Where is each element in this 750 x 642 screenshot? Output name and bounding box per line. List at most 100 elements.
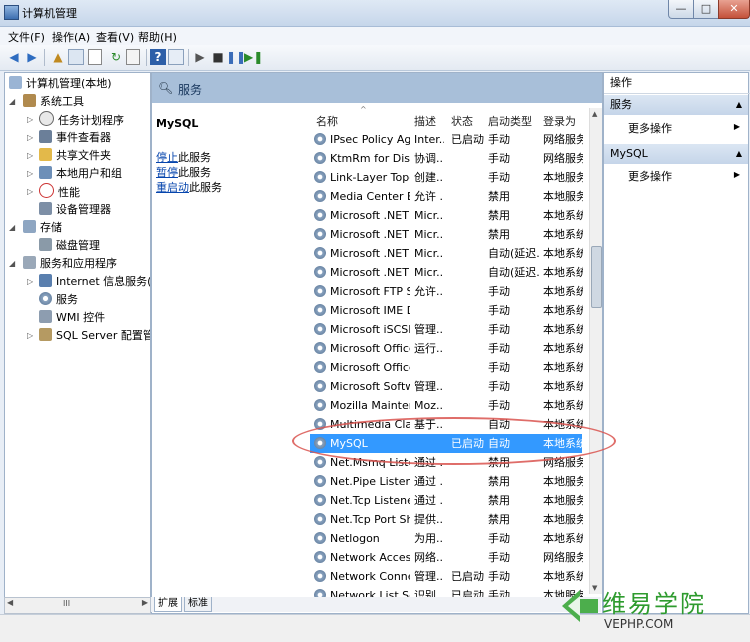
- actions-section-mysql[interactable]: MySQL ▲: [604, 144, 748, 164]
- column-header-startup-type[interactable]: 启动类型: [488, 113, 532, 129]
- help-icon[interactable]: ?: [150, 49, 166, 65]
- service-row[interactable]: Microsoft .NET F... Micr... 禁用 本地系统: [310, 206, 583, 225]
- pause-service-icon[interactable]: ❚❚: [226, 49, 246, 65]
- more-actions-mysql[interactable]: 更多操作: [628, 168, 672, 184]
- service-row[interactable]: KtmRm for Distri... 协调... 手动 网络服务: [310, 149, 583, 168]
- service-name: Net.Pipe Listene...: [330, 475, 410, 488]
- service-row[interactable]: Media Center Ex... 允许 ... 禁用 本地服务: [310, 187, 583, 206]
- service-row[interactable]: IPsec Policy Agent Inter... 已启动手动 网络服务: [310, 130, 583, 149]
- show-tree-icon[interactable]: [68, 49, 84, 65]
- maximize-button[interactable]: □: [693, 0, 719, 19]
- collapse-arrow-icon[interactable]: ◢: [9, 93, 18, 111]
- service-row[interactable]: Net.Tcp Listener... 通过 ... 禁用 本地服务: [310, 491, 583, 510]
- expand-arrow-icon[interactable]: ▷: [27, 273, 36, 291]
- tree-item-local-users[interactable]: ▷ 本地用户和组: [27, 165, 122, 183]
- clock-icon: [39, 111, 54, 126]
- tree-horizontal-scrollbar[interactable]: ◀ III ▶: [4, 597, 151, 614]
- tree-item-label: 事件查看器: [56, 131, 111, 144]
- tree-item-event-viewer[interactable]: ▷ 事件查看器: [27, 129, 111, 147]
- service-row[interactable]: Microsoft Softw... 管理... 手动 本地系统: [310, 377, 583, 396]
- service-name: Microsoft Softw...: [330, 380, 410, 393]
- tree-item-wmi[interactable]: WMI 控件: [27, 309, 105, 327]
- expand-arrow-icon[interactable]: ▷: [27, 327, 36, 345]
- service-logon-as: 网络服务: [543, 133, 583, 146]
- minimize-button[interactable]: —: [668, 0, 694, 19]
- service-gear-icon: [314, 228, 326, 240]
- service-row[interactable]: Microsoft FTP S... 允许... 手动 本地系统: [310, 282, 583, 301]
- expand-arrow-icon[interactable]: ▷: [27, 147, 36, 165]
- service-row[interactable]: Microsoft IME D... 手动 本地系统: [310, 301, 583, 320]
- service-row[interactable]: Microsoft .NET F... Micr... 自动(延迟...本地系统: [310, 244, 583, 263]
- pause-service-link[interactable]: 暂停: [156, 166, 178, 179]
- tab-extended[interactable]: 扩展: [154, 597, 182, 612]
- tree-item-computer-management[interactable]: 计算机管理(本地): [9, 75, 112, 93]
- service-row[interactable]: Microsoft iSCSI I... 管理... 手动 本地系统: [310, 320, 583, 339]
- collapse-arrow-icon[interactable]: ◢: [9, 219, 18, 237]
- column-header-description[interactable]: 描述: [414, 113, 436, 129]
- console-icon[interactable]: [168, 49, 184, 65]
- service-gear-icon: [314, 570, 326, 582]
- column-header-name[interactable]: 名称: [316, 113, 338, 129]
- stop-service-icon[interactable]: ■: [210, 49, 226, 65]
- service-logon-as: 本地系统: [543, 532, 583, 545]
- service-row[interactable]: Mozilla Mainten... Moz... 手动 本地系统: [310, 396, 583, 415]
- service-row[interactable]: Net.Pipe Listene... 通过 ... 禁用 本地服务: [310, 472, 583, 491]
- menu-file[interactable]: 文件(F): [8, 29, 45, 45]
- up-folder-icon[interactable]: ▲: [50, 49, 66, 65]
- tree-item-services[interactable]: 服务: [27, 291, 78, 309]
- tree-item-sql-config[interactable]: ▷ SQL Server 配置管理器: [27, 327, 150, 345]
- service-row[interactable]: Link-Layer Topol... 创建... 手动 本地服务: [310, 168, 583, 187]
- service-row[interactable]: Netlogon 为用... 手动 本地系统: [310, 529, 583, 548]
- expand-arrow-icon[interactable]: ▷: [27, 111, 36, 129]
- properties-icon[interactable]: [88, 49, 102, 65]
- service-row[interactable]: Microsoft .NET F... Micr... 自动(延迟...本地系统: [310, 263, 583, 282]
- service-name: Network Connec...: [330, 570, 410, 583]
- collapse-arrow-icon[interactable]: ◢: [9, 255, 18, 273]
- collapse-up-icon[interactable]: ▲: [736, 144, 742, 164]
- scroll-up-icon[interactable]: ▲: [592, 110, 597, 118]
- service-logon-as: 本地系统: [543, 323, 583, 336]
- scroll-left-icon[interactable]: ◀: [7, 598, 13, 607]
- restart-service-link[interactable]: 重启动: [156, 181, 189, 194]
- service-row[interactable]: Microsoft Office... 运行... 手动 本地系统: [310, 339, 583, 358]
- scroll-thumb[interactable]: [591, 246, 602, 308]
- expand-arrow-icon[interactable]: ▷: [27, 183, 36, 201]
- list-vertical-scrollbar[interactable]: ▲ ▼: [589, 108, 602, 594]
- restart-service-icon[interactable]: ▶❚: [244, 49, 263, 65]
- tree-item-performance[interactable]: ▷ 性能: [27, 183, 80, 201]
- menu-help[interactable]: 帮助(H): [138, 29, 177, 45]
- start-service-icon[interactable]: ▶: [192, 49, 208, 65]
- refresh-icon[interactable]: ↻: [108, 49, 124, 65]
- tree-item-shared-folders[interactable]: ▷ 共享文件夹: [27, 147, 111, 165]
- back-icon[interactable]: ◀: [6, 49, 22, 65]
- tree-item-device-manager[interactable]: 设备管理器: [27, 201, 111, 219]
- expand-arrow-icon[interactable]: ▷: [27, 129, 36, 147]
- tree-item-services-apps[interactable]: ◢ 服务和应用程序: [9, 255, 117, 273]
- tree-item-storage[interactable]: ◢ 存储: [9, 219, 62, 237]
- service-row[interactable]: Network Access ... 网络... 手动 网络服务: [310, 548, 583, 567]
- stop-service-link[interactable]: 停止: [156, 151, 178, 164]
- close-button[interactable]: ✕: [718, 0, 750, 19]
- menu-action[interactable]: 操作(A): [52, 29, 90, 45]
- service-row[interactable]: Network Connec...管理...已启动手动本地系统: [310, 567, 583, 586]
- menu-view[interactable]: 查看(V): [96, 29, 134, 45]
- actions-section-services[interactable]: 服务 ▲: [604, 95, 748, 115]
- export-icon[interactable]: [126, 49, 140, 65]
- expand-arrow-icon[interactable]: ▷: [27, 165, 36, 183]
- service-gear-icon: [314, 152, 326, 164]
- tree-item-disk-management[interactable]: 磁盘管理: [27, 237, 100, 255]
- column-header-status[interactable]: 状态: [451, 113, 473, 129]
- service-row[interactable]: Microsoft .NET F... Micr... 禁用 本地系统: [310, 225, 583, 244]
- collapse-up-icon[interactable]: ▲: [736, 95, 742, 115]
- tree-item-system-tools[interactable]: ◢ 系统工具: [9, 93, 84, 111]
- tree-item-iis[interactable]: ▷ Internet 信息服务(IIS)管: [27, 273, 150, 291]
- tree-item-task-scheduler[interactable]: ▷ 任务计划程序: [27, 111, 124, 129]
- forward-icon[interactable]: ▶: [24, 49, 40, 65]
- service-row[interactable]: Microsoft Office... 手动 本地系统: [310, 358, 583, 377]
- tab-standard[interactable]: 标准: [184, 597, 212, 612]
- service-row[interactable]: Net.Tcp Port Sh... 提供... 禁用 本地服务: [310, 510, 583, 529]
- scroll-right-icon[interactable]: ▶: [142, 598, 148, 607]
- column-header-logon-as[interactable]: 登录为: [543, 113, 576, 129]
- service-name: IPsec Policy Agent: [330, 133, 410, 146]
- more-actions-services[interactable]: 更多操作: [628, 120, 672, 136]
